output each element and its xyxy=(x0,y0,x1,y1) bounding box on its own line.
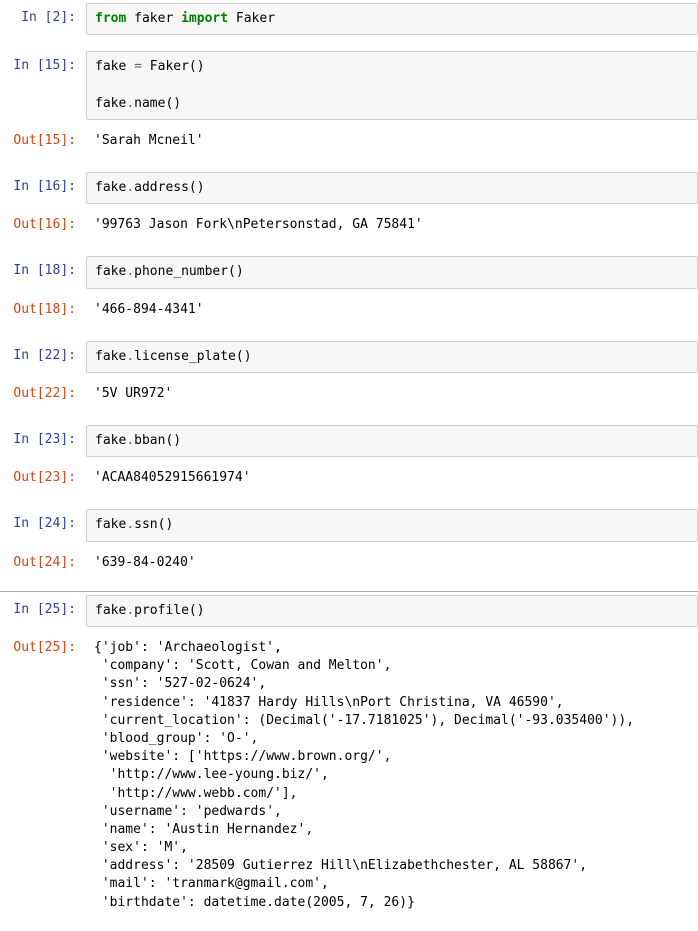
input-cell: In [24]:fake.ssn() xyxy=(0,506,698,544)
code-token: . xyxy=(126,349,134,364)
input-prompt: In [15]: xyxy=(0,51,86,75)
input-prompt: In [22]: xyxy=(0,341,86,365)
code-token: profile() xyxy=(134,603,204,618)
code-token: import xyxy=(181,11,228,26)
code-token: phone_number() xyxy=(134,264,244,279)
input-prompt: In [16]: xyxy=(0,172,86,196)
input-prompt: In [24]: xyxy=(0,509,86,533)
code-token: . xyxy=(126,96,134,111)
code-token: ssn() xyxy=(134,517,173,532)
code-token: fake xyxy=(95,433,126,448)
output-prompt: Out[15]: xyxy=(0,126,86,150)
code-token: fake xyxy=(95,180,126,195)
code-token: . xyxy=(126,180,134,195)
output-prompt: Out[25]: xyxy=(0,633,86,657)
input-prompt: In [18]: xyxy=(0,256,86,280)
code-token: faker xyxy=(126,11,181,26)
input-prompt: In [23]: xyxy=(0,425,86,449)
input-prompt: In [25]: xyxy=(0,595,86,619)
code-token: Faker xyxy=(228,11,275,26)
code-token: fake xyxy=(95,349,126,364)
input-cell: In [25]:fake.profile() xyxy=(0,592,698,630)
code-input[interactable]: from faker import Faker xyxy=(86,3,698,35)
code-token: . xyxy=(126,603,134,618)
output-prompt: Out[24]: xyxy=(0,548,86,572)
code-input[interactable]: fake.address() xyxy=(86,172,698,204)
code-token: fake xyxy=(95,59,134,74)
output-cell: Out[15]:'Sarah Mcneil' xyxy=(0,123,698,159)
output-prompt: Out[23]: xyxy=(0,463,86,487)
input-cell: In [22]:fake.license_plate() xyxy=(0,338,698,376)
cell-group: In [22]:fake.license_plate()Out[22]:'5V … xyxy=(0,338,698,422)
code-input[interactable]: fake.ssn() xyxy=(86,509,698,541)
output-prompt: Out[18]: xyxy=(0,295,86,319)
cell-group: In [16]:fake.address()Out[16]:'99763 Jas… xyxy=(0,169,698,253)
code-token: from xyxy=(95,11,126,26)
code-token: bban() xyxy=(134,433,181,448)
cell-group: In [24]:fake.ssn()Out[24]:'639-84-0240' xyxy=(0,506,698,590)
code-token: fake xyxy=(95,603,126,618)
code-input[interactable]: fake.profile() xyxy=(86,595,698,627)
output-text: '466-894-4341' xyxy=(86,295,698,325)
jupyter-notebook: In [2]:from faker import FakerIn [15]:fa… xyxy=(0,0,698,931)
input-cell: In [16]:fake.address() xyxy=(0,169,698,207)
output-cell: Out[25]:{'job': 'Archaeologist', 'compan… xyxy=(0,630,698,921)
code-token: name() xyxy=(134,96,181,111)
cell-group: In [2]:from faker import Faker xyxy=(0,0,698,48)
input-cell: In [15]:fake = Faker() fake.name() xyxy=(0,48,698,123)
code-token: . xyxy=(126,517,134,532)
input-cell: In [18]:fake.phone_number() xyxy=(0,253,698,291)
output-cell: Out[22]:'5V UR972' xyxy=(0,376,698,412)
output-text: {'job': 'Archaeologist', 'company': 'Sco… xyxy=(86,633,698,918)
output-prompt: Out[22]: xyxy=(0,379,86,403)
code-token: address() xyxy=(134,180,204,195)
code-token: = xyxy=(134,59,142,74)
code-token: license_plate() xyxy=(134,349,251,364)
code-input[interactable]: fake = Faker() fake.name() xyxy=(86,51,698,120)
cell-group: In [25]:fake.profile()Out[25]:{'job': 'A… xyxy=(0,592,698,931)
code-token: . xyxy=(126,264,134,279)
output-prompt: Out[16]: xyxy=(0,210,86,234)
output-cell: Out[18]:'466-894-4341' xyxy=(0,292,698,328)
code-input[interactable]: fake.phone_number() xyxy=(86,256,698,288)
input-prompt: In [2]: xyxy=(0,3,86,27)
code-token: fake xyxy=(95,517,126,532)
output-text: 'ACAA84052915661974' xyxy=(86,463,698,493)
cell-group: In [18]:fake.phone_number()Out[18]:'466-… xyxy=(0,253,698,337)
code-token: . xyxy=(126,433,134,448)
output-cell: Out[23]:'ACAA84052915661974' xyxy=(0,460,698,496)
input-cell: In [23]:fake.bban() xyxy=(0,422,698,460)
cell-group: In [23]:fake.bban()Out[23]:'ACAA84052915… xyxy=(0,422,698,506)
code-token: fake xyxy=(95,264,126,279)
code-input[interactable]: fake.bban() xyxy=(86,425,698,457)
code-input[interactable]: fake.license_plate() xyxy=(86,341,698,373)
output-text: 'Sarah Mcneil' xyxy=(86,126,698,156)
output-text: '639-84-0240' xyxy=(86,548,698,578)
input-cell: In [2]:from faker import Faker xyxy=(0,0,698,38)
output-text: '99763 Jason Fork\nPetersonstad, GA 7584… xyxy=(86,210,698,240)
output-cell: Out[16]:'99763 Jason Fork\nPetersonstad,… xyxy=(0,207,698,243)
cell-group: In [15]:fake = Faker() fake.name()Out[15… xyxy=(0,48,698,169)
output-text: '5V UR972' xyxy=(86,379,698,409)
output-cell: Out[24]:'639-84-0240' xyxy=(0,545,698,581)
